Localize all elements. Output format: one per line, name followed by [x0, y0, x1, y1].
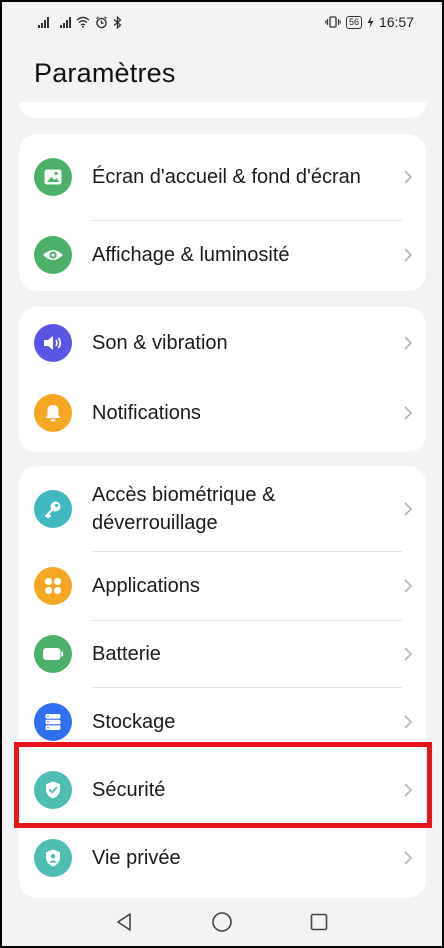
settings-item-label: Son & vibration [92, 332, 228, 354]
settings-item-sound[interactable]: Son & vibration [19, 309, 426, 377]
chevron-right-icon [402, 781, 414, 799]
settings-item-applications[interactable]: Applications [19, 552, 426, 620]
settings-item-home-screen[interactable]: Écran d'accueil & fond d'écran [19, 134, 426, 220]
bluetooth-icon [113, 15, 122, 29]
alarm-icon [96, 15, 107, 28]
chevron-right-icon [402, 577, 414, 595]
chevron-right-icon [402, 334, 414, 352]
signal-icon [38, 16, 49, 28]
chevron-right-icon [402, 849, 414, 867]
settings-item-biometrics[interactable]: Accès biométrique & déverrouillage [19, 466, 426, 552]
settings-item-label: Batterie [92, 643, 161, 665]
vibrate-icon [325, 16, 341, 28]
recents-icon[interactable] [309, 912, 329, 932]
settings-item-label: Stockage [92, 711, 176, 733]
settings-item-security[interactable]: Sécurité [19, 756, 426, 824]
settings-group-sound: Son & vibration Notifications [19, 307, 426, 452]
status-bar: 56 16:57 [2, 2, 442, 42]
chevron-right-icon [402, 500, 414, 518]
settings-item-storage[interactable]: Stockage [19, 688, 426, 756]
chevron-right-icon [402, 713, 414, 731]
storage-icon [34, 703, 72, 741]
battery-indicator: 56 [345, 15, 362, 29]
settings-item-label: Vie privée [92, 847, 181, 869]
settings-item-label: Affichage & luminosité [92, 244, 290, 266]
home-icon[interactable] [211, 911, 233, 933]
key-icon [34, 490, 72, 528]
settings-item-privacy[interactable]: Vie privée [19, 824, 426, 892]
apps-grid-icon [34, 567, 72, 605]
previous-card-edge [19, 102, 426, 118]
settings-item-notifications[interactable]: Notifications [19, 379, 426, 447]
status-bar-right: 56 16:57 [325, 14, 414, 30]
back-icon[interactable] [115, 912, 135, 932]
page-title: Paramètres [34, 58, 176, 88]
chevron-right-icon [402, 246, 414, 264]
settings-item-display[interactable]: Affichage & luminosité [19, 221, 426, 289]
settings-item-battery[interactable]: Batterie [19, 621, 426, 687]
settings-item-label: Écran d'accueil & fond d'écran [92, 166, 361, 188]
chevron-right-icon [402, 645, 414, 663]
settings-item-label: Accès biométrique & déverrouillage [92, 484, 276, 534]
wifi-icon [76, 16, 90, 28]
status-time: 16:57 [378, 14, 414, 30]
settings-group-system: Accès biométrique & déverrouillage Appli… [19, 466, 426, 898]
bell-icon [34, 394, 72, 432]
settings-item-label: Notifications [92, 402, 201, 424]
charging-icon [367, 16, 374, 28]
status-bar-left [38, 15, 122, 29]
settings-item-label: Sécurité [92, 779, 166, 801]
eye-icon [34, 236, 72, 274]
shield-check-icon [34, 771, 72, 809]
settings-item-label: Applications [92, 575, 200, 597]
settings-group-display: Écran d'accueil & fond d'écran Affichage… [19, 134, 426, 291]
chevron-right-icon [402, 168, 414, 186]
chevron-right-icon [402, 404, 414, 422]
speaker-icon [34, 324, 72, 362]
settings-screen: 56 16:57 Paramètres Écran d'accueil & fo… [2, 2, 442, 946]
signal-icon-2 [60, 16, 71, 28]
wallpaper-icon [34, 158, 72, 196]
battery-icon [34, 635, 72, 673]
privacy-icon [34, 839, 72, 877]
navigation-bar [2, 898, 442, 946]
